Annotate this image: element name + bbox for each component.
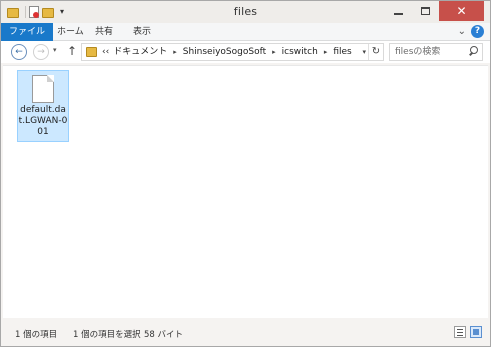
maximize-icon bbox=[421, 7, 430, 15]
help-icon[interactable]: ? bbox=[471, 25, 484, 38]
file-icon bbox=[32, 75, 54, 103]
status-bar: 1 個の項目 1 個の項目を選択 58 バイト bbox=[3, 321, 488, 345]
breadcrumb: ‹‹ ドキュメント ▸ ShinseiyoSogoSoft ▸ icswitch… bbox=[100, 44, 354, 60]
close-button[interactable]: ✕ bbox=[439, 1, 484, 21]
breadcrumb-documents[interactable]: ドキュメント bbox=[111, 44, 169, 60]
title-bar[interactable]: ▾ files ✕ bbox=[1, 1, 490, 23]
file-name: default.dat.LGWAN-001 bbox=[18, 105, 68, 137]
breadcrumb-files[interactable]: files bbox=[331, 44, 353, 60]
back-button[interactable]: ← bbox=[11, 44, 27, 60]
view-switcher bbox=[454, 326, 482, 338]
up-arrow-icon[interactable]: ↑ bbox=[67, 44, 77, 58]
tab-share[interactable]: 共有 bbox=[87, 23, 121, 41]
breadcrumb-overflow[interactable]: ‹‹ bbox=[100, 44, 111, 60]
breadcrumb-separator-icon[interactable]: ▸ bbox=[268, 44, 280, 60]
close-icon: ✕ bbox=[456, 4, 467, 18]
forward-button[interactable]: → bbox=[33, 44, 49, 60]
tab-view[interactable]: 表示 bbox=[125, 23, 159, 41]
expand-ribbon-icon[interactable]: ⌄ bbox=[458, 26, 466, 37]
file-list-pane[interactable]: default.dat.LGWAN-001 bbox=[3, 65, 488, 318]
breadcrumb-separator-icon[interactable]: ▸ bbox=[320, 44, 332, 60]
tab-file[interactable]: ファイル bbox=[1, 23, 54, 41]
address-dropdown-icon[interactable]: ▾ bbox=[362, 44, 366, 60]
breadcrumb-shinseiyosogosoft[interactable]: ShinseiyoSogoSoft bbox=[181, 44, 268, 60]
explorer-window: ▾ files ✕ ファイル ホーム 共有 表示 ⌄ ? ← → ▾ ↑ ‹‹ … bbox=[0, 0, 491, 347]
address-bar[interactable]: ‹‹ ドキュメント ▸ ShinseiyoSogoSoft ▸ icswitch… bbox=[81, 43, 384, 61]
minimize-button[interactable] bbox=[385, 1, 412, 21]
status-item-count: 1 個の項目 bbox=[15, 330, 58, 340]
large-icons-view-icon[interactable] bbox=[470, 326, 482, 338]
breadcrumb-icswitch[interactable]: icswitch bbox=[280, 44, 320, 60]
forward-arrow-icon: → bbox=[37, 47, 45, 57]
file-item[interactable]: default.dat.LGWAN-001 bbox=[17, 70, 69, 142]
refresh-icon[interactable]: ↻ bbox=[368, 44, 383, 60]
caption-buttons: ✕ bbox=[385, 1, 484, 21]
status-selection: 1 個の項目を選択 bbox=[73, 330, 141, 340]
folder-icon bbox=[86, 47, 97, 57]
navigation-bar: ← → ▾ ↑ ‹‹ ドキュメント ▸ ShinseiyoSogoSoft ▸ … bbox=[1, 41, 490, 63]
back-arrow-icon: ← bbox=[15, 47, 23, 57]
details-view-icon[interactable] bbox=[454, 326, 466, 338]
search-box[interactable]: filesの検索 bbox=[389, 43, 483, 61]
tab-home[interactable]: ホーム bbox=[49, 23, 92, 41]
status-size: 58 バイト bbox=[144, 330, 184, 340]
minimize-icon bbox=[394, 13, 403, 15]
breadcrumb-separator-icon[interactable]: ▸ bbox=[169, 44, 181, 60]
recent-locations-icon[interactable]: ▾ bbox=[53, 46, 57, 54]
maximize-button[interactable] bbox=[412, 1, 439, 21]
search-input[interactable]: filesの検索 bbox=[395, 44, 440, 60]
ribbon-tabs: ファイル ホーム 共有 表示 ⌄ ? bbox=[1, 23, 490, 41]
search-icon bbox=[469, 46, 479, 56]
